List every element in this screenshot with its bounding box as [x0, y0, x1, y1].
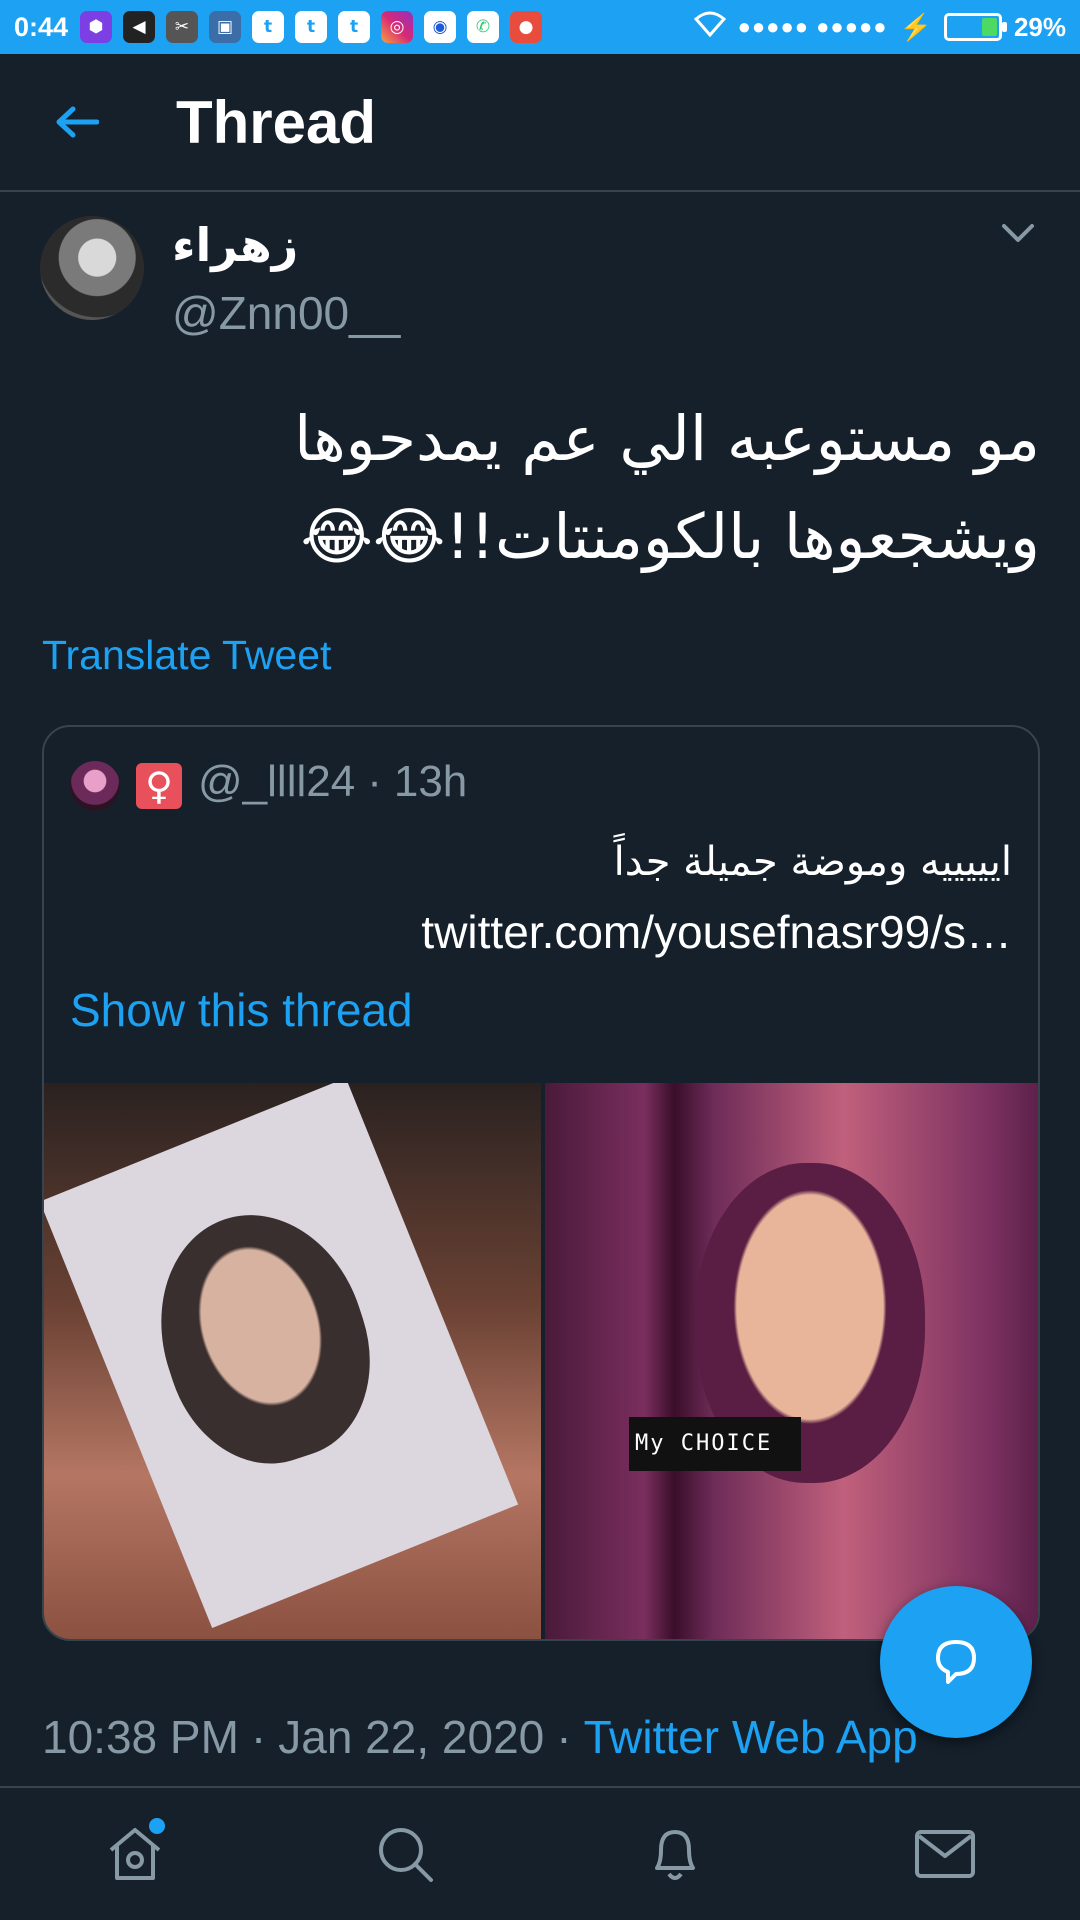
show-thread-link[interactable]: Show this thread	[70, 983, 413, 1037]
battery-level	[981, 18, 997, 36]
search-icon	[379, 1828, 433, 1882]
female-sign-icon: ♀	[136, 763, 182, 809]
tweet-date: Jan 22, 2020	[278, 1711, 545, 1763]
twitter-icon: t	[338, 11, 371, 43]
mail-icon	[915, 1830, 975, 1878]
app-header: Thread	[0, 54, 1080, 192]
app-icon: ●	[510, 11, 543, 43]
quoted-tweet[interactable]: ♀ @_llll24 · 13h ايييييه وموضة جميلة جدا…	[42, 725, 1040, 1641]
tweet-timestamp: 10:38 PM	[42, 1711, 239, 1763]
author-handle[interactable]: @Znn00__	[172, 286, 400, 340]
charging-icon: ⚡	[899, 11, 932, 42]
meta-separator: ·	[250, 1711, 267, 1763]
speech-bubble-icon	[936, 1640, 976, 1684]
page-title: Thread	[176, 88, 377, 156]
nav-home[interactable]	[95, 1814, 175, 1894]
quoted-text: ايييييه وموضة جميلة جداً	[613, 839, 1012, 885]
author-name[interactable]: زهراء	[172, 218, 298, 272]
phone-icon: ✆	[467, 11, 500, 43]
back-button[interactable]	[50, 95, 104, 149]
translate-tweet-link[interactable]: Translate Tweet	[42, 632, 331, 679]
film-icon: ▣	[209, 11, 242, 43]
meta-separator: ·	[367, 757, 382, 806]
nav-search[interactable]	[365, 1814, 445, 1894]
tweet-meta: 10:38 PM · Jan 22, 2020 · Twitter Web Ap…	[42, 1710, 918, 1764]
photo-2[interactable]: My CHOICE	[545, 1083, 1038, 1639]
tweet-menu-button[interactable]	[998, 218, 1038, 248]
instagram-icon: ◎	[381, 11, 414, 43]
status-bar: 0:44 ⬢ ◀ ✂ ▣ t t t ◎ ◉ ✆ ● ●●●●● ●●●●● ⚡…	[0, 0, 1080, 54]
wifi-icon	[693, 11, 726, 44]
tweet-text: مو مستوعبه الي عم يمدحوها ويشجعوها بالكو…	[294, 402, 1040, 573]
author-avatar[interactable]	[40, 216, 144, 320]
tweet-source[interactable]: Twitter Web App	[584, 1710, 918, 1764]
quoted-link[interactable]: twitter.com/yousefnasr99/s…	[421, 905, 1012, 959]
signal-indicator: ●●●●● ●●●●●	[737, 14, 888, 39]
bell-icon	[655, 1830, 695, 1880]
twitter-icon: t	[252, 11, 285, 43]
quoted-time: 13h	[393, 757, 468, 806]
chevron-down-icon	[1002, 224, 1034, 242]
photo-caption: My CHOICE	[629, 1417, 801, 1471]
quoted-author-avatar	[70, 761, 120, 811]
battery-percent: 29%	[1013, 11, 1066, 42]
photo-1[interactable]	[44, 1083, 541, 1639]
scissors-icon: ✂	[166, 11, 199, 43]
bottom-nav	[0, 1786, 1080, 1920]
status-time: 0:44	[14, 11, 69, 42]
nav-notifications[interactable]	[635, 1814, 715, 1894]
twitter-icon: t	[295, 11, 328, 43]
unread-dot	[149, 1818, 165, 1834]
quoted-meta: @_llll24 · 13h	[198, 757, 467, 807]
shield-icon: ⬢	[80, 11, 113, 43]
quoted-handle: @_llll24	[198, 757, 356, 806]
volume-icon: ◀	[123, 11, 156, 43]
camera-icon: ◉	[424, 11, 457, 43]
arrow-left-icon	[56, 106, 99, 138]
meta-separator: ·	[556, 1711, 572, 1763]
notification-icons: ⬢ ◀ ✂ ▣ t t t ◎ ◉ ✆ ●	[80, 11, 543, 43]
quoted-media: My CHOICE	[44, 1083, 1038, 1639]
battery-icon	[943, 13, 1007, 41]
nav-messages[interactable]	[905, 1814, 985, 1894]
